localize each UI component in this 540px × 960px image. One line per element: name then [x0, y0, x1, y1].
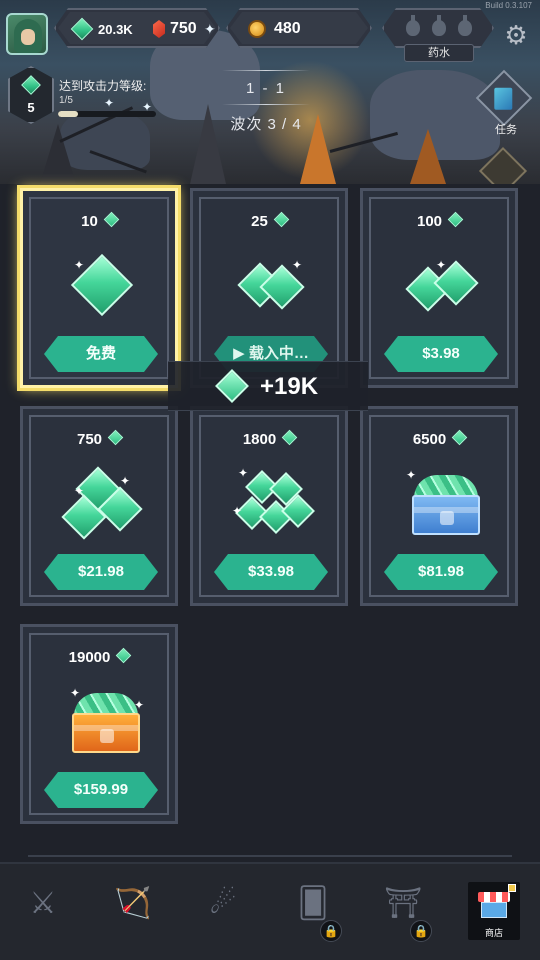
reward-toast: +19K — [168, 361, 368, 411]
nav-battle[interactable]: ⚔ — [8, 878, 78, 950]
potion-icon — [406, 20, 420, 36]
free-claim-button[interactable]: 免费 — [44, 336, 158, 372]
shop-item-card[interactable]: 1800 ✦ ✦ $33.98 — [190, 406, 348, 606]
item-amount: 25 — [193, 211, 345, 230]
gem-icon — [215, 369, 249, 403]
shop-item-card[interactable]: 25 ✦ ▶ 载入中… — [190, 188, 348, 388]
task-book-icon — [494, 87, 513, 110]
shop-item-card[interactable]: 19000 ✦ ✦ $159.99 — [20, 624, 178, 824]
stage-label: 1 - 1 — [245, 80, 286, 97]
cards-icon: 🂠 — [297, 887, 329, 920]
sparkle-icon: ✦ — [204, 21, 216, 37]
gem-chest-icon: ✦ — [392, 463, 492, 543]
purchase-button[interactable]: $33.98 — [214, 554, 328, 590]
lock-icon: 🔒 — [410, 920, 432, 942]
gem-pack-icon: ✦ ✦ — [52, 463, 152, 543]
bow-icon: 🏹 — [114, 887, 152, 920]
nav-shop-label: 商店 — [484, 928, 503, 938]
item-amount: 6500 — [363, 429, 515, 448]
potion-slots[interactable] — [382, 8, 494, 48]
nav-equipment[interactable]: 🏹 — [98, 878, 168, 950]
shop-icon — [478, 892, 510, 918]
coin-bar[interactable]: 480 — [226, 8, 372, 48]
heroes-icon: ☄ — [209, 887, 237, 920]
shop-item-card[interactable]: 10 ✦ 免费 — [20, 188, 178, 388]
coin-count: 480 — [274, 20, 301, 37]
shop-item-card[interactable]: 6500 ✦ $81.98 — [360, 406, 518, 606]
shop-item-card[interactable]: 750 ✦ ✦ $21.98 — [20, 406, 178, 606]
wave-counter: 波次 3 / 4 — [230, 116, 302, 133]
item-amount: 19000 — [23, 647, 175, 666]
ruby-count: 750 — [170, 20, 197, 37]
item-amount: 10 — [23, 211, 175, 230]
item-amount: 100 — [363, 211, 515, 230]
attack-goal-title: 达到攻击力等级: — [59, 79, 147, 93]
purchase-button[interactable]: $159.99 — [44, 772, 158, 808]
gem-pack-icon: ✦ — [392, 245, 492, 325]
gem-chest-icon: ✦ ✦ — [52, 681, 152, 761]
attack-goal-progress-fill — [58, 111, 78, 117]
portal-icon: ⛩ — [383, 887, 423, 920]
nav-shop[interactable]: 商店 — [468, 882, 520, 940]
premium-currency-bar[interactable]: 20.3K 750 ✦ — [54, 8, 220, 48]
potion-label: 药水 — [404, 44, 474, 62]
crossed-swords-icon: ⚔ — [29, 887, 57, 920]
nav-heroes[interactable]: ☄ — [188, 878, 258, 950]
shop-item-card[interactable]: 100 ✦ $3.98 — [360, 188, 518, 388]
purchase-button[interactable]: $81.98 — [384, 554, 498, 590]
gem-icon — [21, 75, 41, 95]
gem-pack-icon: ✦ — [52, 245, 152, 325]
purchase-button[interactable]: $3.98 — [384, 336, 498, 372]
potion-icon — [458, 20, 472, 36]
gem-count: 20.3K — [98, 22, 133, 37]
gem-pack-icon: ✦ ✦ — [222, 463, 322, 543]
attack-goal-progress-text: 1/5 — [59, 95, 73, 106]
tasks-label: 任务 — [495, 124, 517, 136]
attack-goal-progress-bar — [58, 111, 156, 117]
game-screen: Build 0.3.107 20.3K 750 ✦ 480 药水 ⚙ 5 达到攻… — [0, 0, 540, 960]
item-amount: 1800 — [193, 429, 345, 448]
lock-icon: 🔒 — [320, 920, 342, 942]
settings-gear-icon[interactable]: ⚙ — [503, 22, 529, 48]
item-amount: 750 — [23, 429, 175, 448]
reward-amount: +19K — [260, 373, 319, 400]
player-avatar[interactable] — [6, 13, 48, 55]
attack-level-number: 5 — [27, 100, 35, 115]
bottom-nav: ⚔ 🏹 ☄ 🂠 🔒 ⛩ 🔒 商店 — [0, 862, 540, 960]
top-bar: 20.3K 750 ✦ 480 药水 ⚙ — [0, 8, 540, 62]
sparkle-icon: ✦ — [104, 96, 115, 110]
notification-dot — [508, 884, 516, 892]
purchase-button[interactable]: $21.98 — [44, 554, 158, 590]
nav-portal-locked[interactable]: ⛩ 🔒 — [368, 878, 438, 950]
gem-pack-icon: ✦ — [222, 245, 322, 325]
coin-icon — [248, 20, 266, 38]
nav-cards-locked[interactable]: 🂠 🔒 — [278, 878, 348, 950]
potion-icon — [432, 20, 446, 36]
